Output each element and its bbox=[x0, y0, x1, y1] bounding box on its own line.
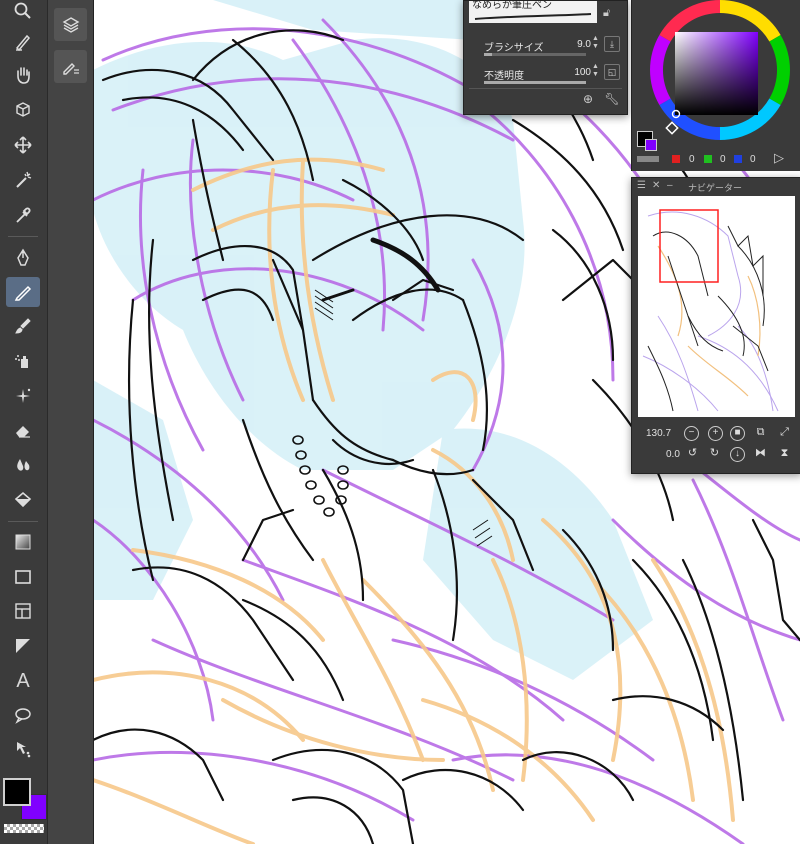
pen-nib-small-icon[interactable] bbox=[6, 27, 40, 57]
green-channel-chip bbox=[704, 155, 712, 163]
red-channel-chip bbox=[672, 155, 680, 163]
opacity-label: 不透明度 bbox=[484, 71, 524, 82]
gradient-icon[interactable] bbox=[6, 527, 40, 557]
opacity-spinner[interactable]: ▲ ▼ bbox=[592, 63, 600, 79]
blue-value[interactable]: 0 bbox=[750, 154, 756, 165]
navigator-title: ナビゲーター bbox=[688, 183, 743, 193]
sub-color-chip[interactable] bbox=[645, 139, 657, 151]
wrench-settings-icon[interactable]: 🔧︎ bbox=[604, 92, 620, 108]
minimize-icon[interactable]: – bbox=[667, 180, 673, 191]
color-wheel-panel: 0 0 0 ▷ bbox=[631, 0, 800, 171]
navigator-preview[interactable] bbox=[638, 196, 795, 417]
eyedropper-icon[interactable] bbox=[6, 200, 40, 230]
brush-stroke-preview bbox=[474, 13, 592, 20]
rotate-left-icon[interactable]: ↺ bbox=[686, 447, 699, 460]
text-icon[interactable]: A bbox=[6, 666, 40, 696]
frame-border-icon[interactable] bbox=[6, 596, 40, 626]
zoom-in-icon[interactable]: + bbox=[708, 426, 723, 441]
blend-drop-icon[interactable] bbox=[6, 450, 40, 480]
reset-rotation-icon[interactable]: ↓ bbox=[730, 447, 745, 462]
eraser-icon[interactable] bbox=[6, 415, 40, 445]
rectangle-icon[interactable] bbox=[6, 562, 40, 592]
hand-icon[interactable] bbox=[6, 60, 40, 90]
color-wheel[interactable] bbox=[632, 0, 800, 148]
panel-menu-icon[interactable]: ☰ bbox=[637, 180, 646, 191]
color-mode-toggle[interactable] bbox=[637, 156, 659, 162]
toolbar-divider bbox=[8, 521, 38, 522]
opacity-row: 不透明度 100 ▲ ▼ ◱ bbox=[464, 61, 627, 87]
layers-icon[interactable] bbox=[54, 8, 87, 41]
balloon-icon[interactable] bbox=[6, 700, 40, 730]
rotate-right-icon[interactable]: ↻ bbox=[708, 447, 721, 460]
opacity-value[interactable]: 100 bbox=[574, 67, 591, 78]
color-swatches bbox=[0, 772, 47, 844]
object-select-icon[interactable] bbox=[6, 95, 40, 125]
navigator-panel: ☰ ✕ – ナビゲーター 130.7 − + ■ ⧉ ⤢ 0.0 ↺ ↻ ↓ ⧓… bbox=[631, 177, 800, 474]
viewport-frame[interactable] bbox=[659, 209, 719, 283]
green-value[interactable]: 0 bbox=[720, 154, 726, 165]
opacity-slider[interactable] bbox=[484, 81, 586, 84]
red-value[interactable]: 0 bbox=[689, 154, 695, 165]
brush-size-value[interactable]: 9.0 bbox=[577, 39, 591, 50]
transparent-color-swatch[interactable] bbox=[4, 824, 44, 833]
brush-preview[interactable]: なめらか筆圧ペン bbox=[469, 1, 597, 23]
zoom-level[interactable]: 130.7 bbox=[646, 428, 671, 439]
fit-stop-icon[interactable]: ■ bbox=[730, 426, 745, 441]
brush-icon[interactable] bbox=[6, 311, 40, 341]
zoom-icon[interactable] bbox=[6, 0, 40, 26]
flip-vertical-icon[interactable]: ⧗ bbox=[778, 447, 791, 460]
brush-size-row: ブラシサイズ 9.0 ▲ ▼ ⤓ bbox=[464, 33, 627, 59]
foreground-color-swatch[interactable] bbox=[3, 778, 31, 806]
sub-tool-download-icon[interactable]: ⊕ bbox=[580, 92, 596, 108]
flip-horizontal-icon[interactable]: ⧓ bbox=[754, 447, 767, 460]
toolbar-divider bbox=[8, 236, 38, 237]
airbrush-icon[interactable] bbox=[6, 346, 40, 376]
rotation-angle[interactable]: 0.0 bbox=[666, 449, 680, 460]
panel-divider bbox=[469, 88, 622, 89]
fit-window-icon[interactable]: ⤢ bbox=[778, 426, 791, 439]
color-play-icon[interactable]: ▷ bbox=[774, 150, 784, 166]
tool-bar: A bbox=[0, 0, 48, 844]
pencil-icon[interactable] bbox=[6, 277, 40, 307]
blue-channel-chip bbox=[734, 155, 742, 163]
brush-name: なめらか筆圧ペン bbox=[472, 1, 552, 11]
tool-property-panel: なめらか筆圧ペン 🔓︎ ブラシサイズ 9.0 ▲ ▼ ⤓ 不透明度 100 ▲ ▼ … bbox=[463, 0, 628, 115]
brush-size-spinner[interactable]: ▲ ▼ bbox=[592, 35, 600, 51]
correct-line-icon[interactable] bbox=[6, 734, 40, 764]
magic-wand-icon[interactable] bbox=[6, 165, 40, 195]
pressure-download-icon[interactable]: ⤓ bbox=[604, 36, 620, 52]
sparkle-decoration-icon[interactable] bbox=[6, 381, 40, 411]
sub-tool-bar bbox=[48, 0, 94, 844]
pen-icon[interactable] bbox=[6, 243, 40, 273]
tool-property-icon[interactable] bbox=[54, 50, 87, 83]
ruler-icon[interactable] bbox=[6, 631, 40, 661]
close-icon[interactable]: ✕ bbox=[652, 180, 660, 191]
navigator-thumbnail bbox=[642, 209, 779, 412]
lock-icon[interactable]: 🔓︎ bbox=[603, 7, 610, 20]
actual-size-icon[interactable]: ⧉ bbox=[754, 426, 767, 439]
brush-size-slider[interactable] bbox=[484, 53, 586, 56]
brush-size-label: ブラシサイズ bbox=[484, 43, 544, 54]
opacity-settings-icon[interactable]: ◱ bbox=[604, 64, 620, 80]
fill-bucket-icon[interactable] bbox=[6, 485, 40, 515]
move-icon[interactable] bbox=[6, 130, 40, 160]
zoom-out-icon[interactable]: − bbox=[684, 426, 699, 441]
